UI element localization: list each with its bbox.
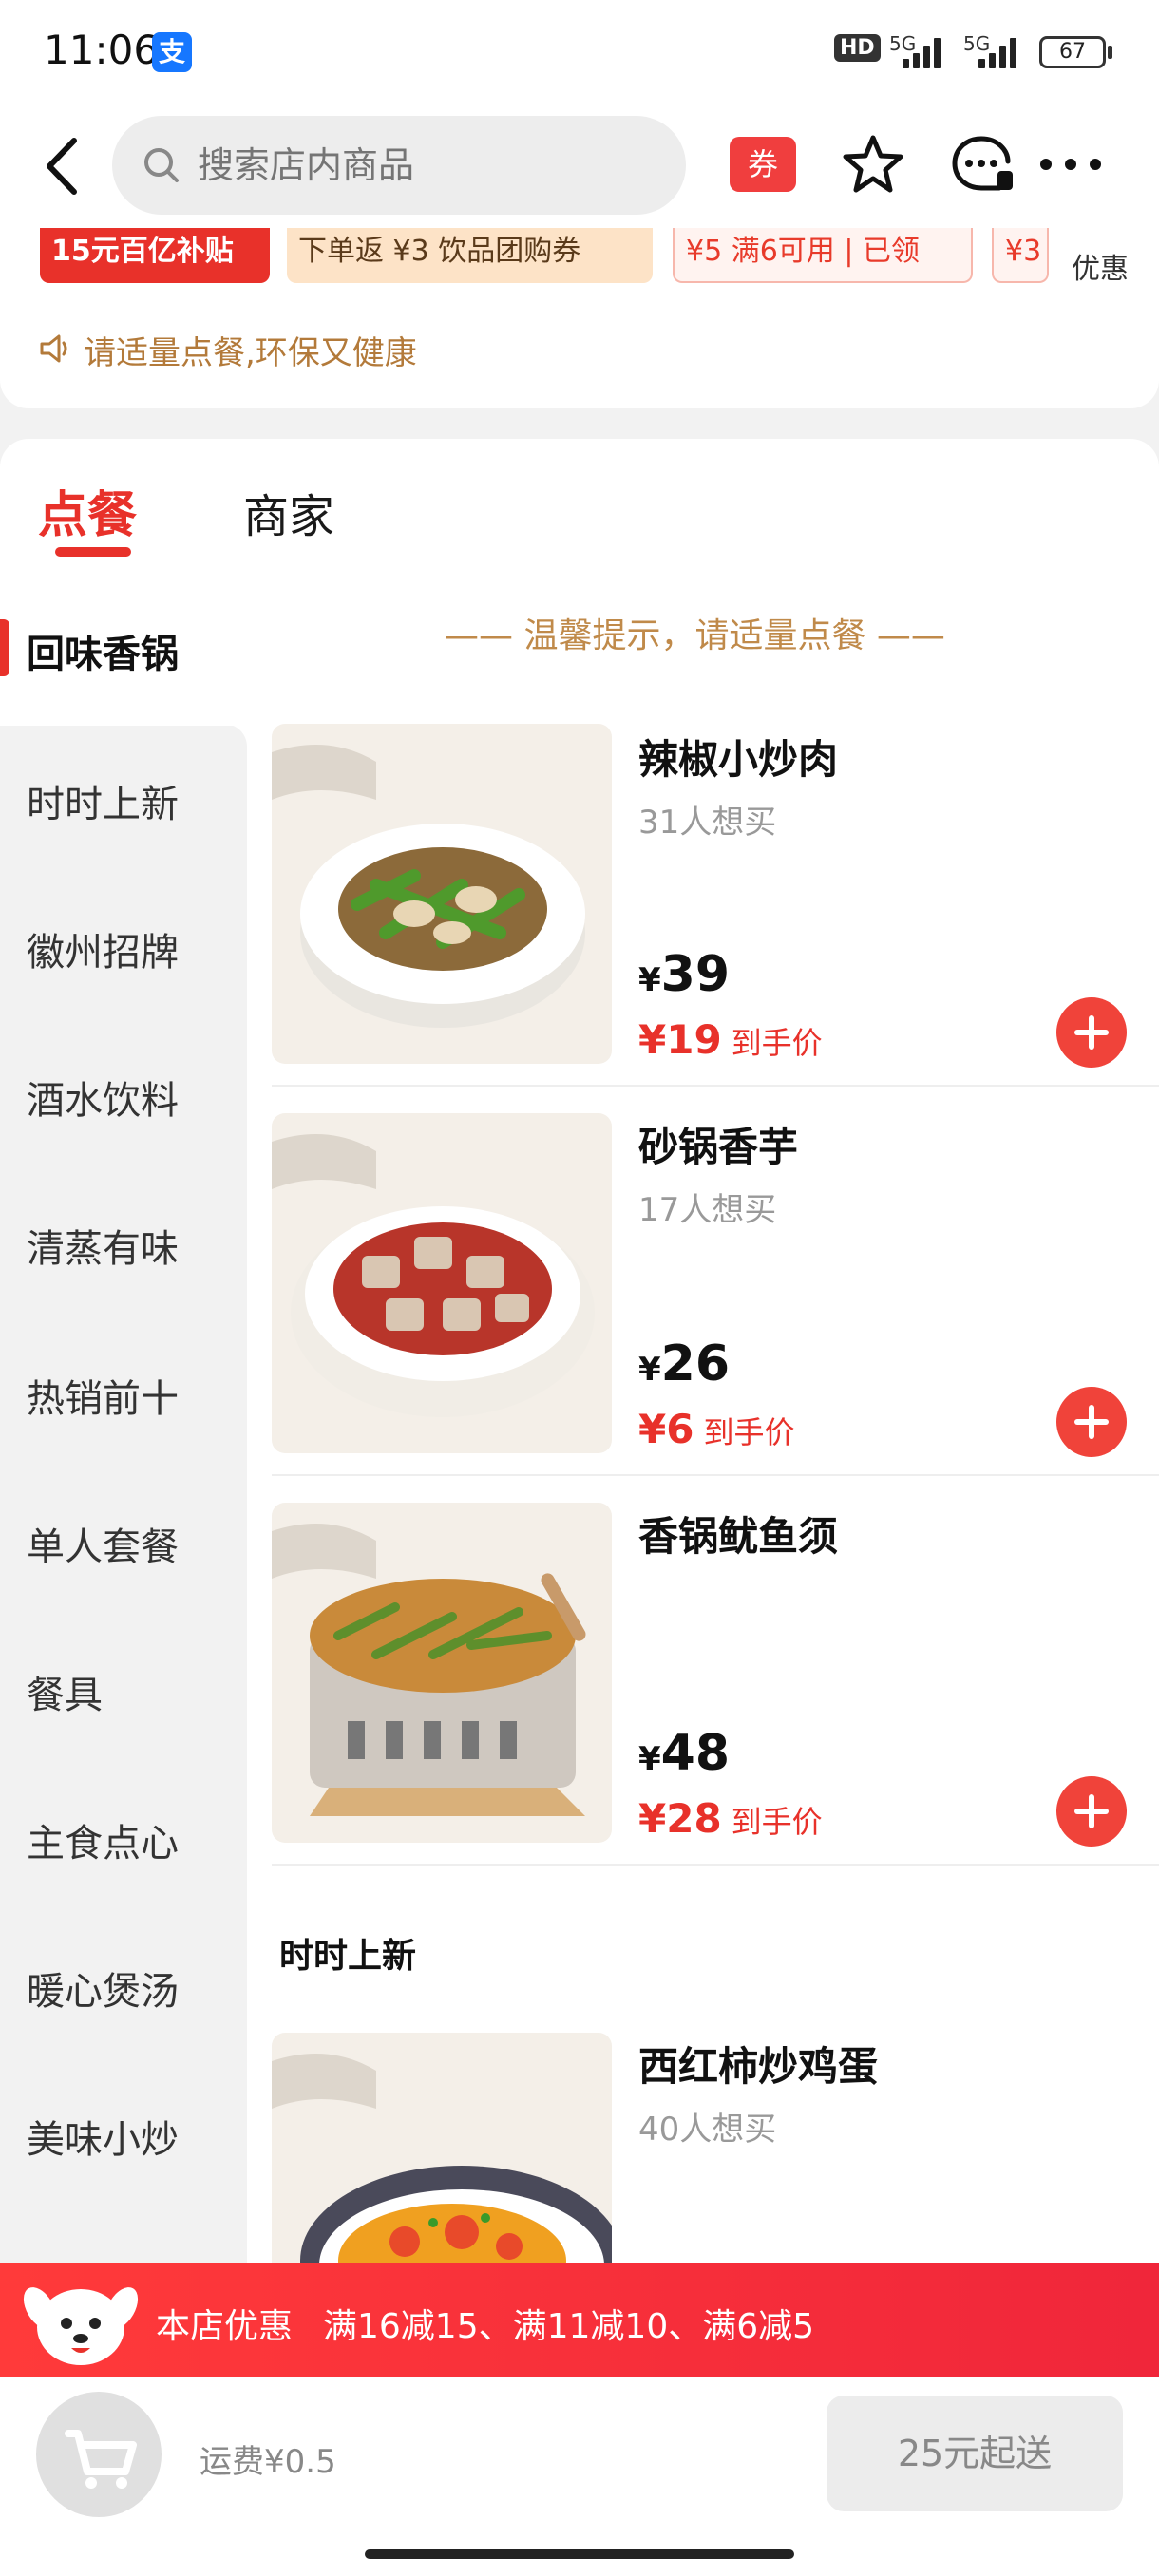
coupon-chip[interactable]: 下单返 ¥3 饮品团购券 — [287, 228, 653, 283]
tab-merchant[interactable]: 商家 — [243, 479, 334, 545]
cart-button[interactable] — [36, 2392, 162, 2517]
final-price-value: ¥19 — [638, 1016, 722, 1063]
price-value: 48 — [660, 1725, 731, 1782]
product-image[interactable] — [272, 2033, 612, 2263]
order-tip: —— 温馨提示，请适量点餐 —— — [445, 616, 945, 655]
coupon-chip[interactable]: 15元百亿补贴 — [40, 228, 270, 283]
signal-icon-2 — [978, 36, 1024, 68]
add-to-cart-button[interactable] — [1056, 1387, 1127, 1457]
product-wish-count: 40人想买 — [638, 2111, 777, 2149]
alipay-icon: 支 — [152, 32, 192, 72]
signal-icon — [902, 36, 948, 68]
final-price-label: 到手价 — [731, 1804, 823, 1840]
product-price: ¥39 — [638, 946, 730, 1003]
sidebar-item-huiwei-xiangguo[interactable]: 回味香锅 — [27, 623, 179, 678]
sidebar-item[interactable]: 清蒸有味 — [27, 1218, 179, 1273]
mascot-dog-icon — [19, 2261, 142, 2384]
cart-icon — [65, 2430, 137, 2489]
sidebar-active-indicator — [0, 619, 10, 676]
battery-tip — [1108, 46, 1112, 59]
sidebar-item[interactable]: 酒水饮料 — [27, 1070, 179, 1125]
search-icon — [142, 146, 180, 184]
status-time: 11:06 — [44, 27, 160, 73]
sidebar-item[interactable]: 暖心煲汤 — [27, 1960, 179, 2016]
divider — [272, 1085, 1159, 1087]
currency-symbol: ¥ — [638, 1740, 661, 1778]
speaker-icon — [38, 332, 72, 365]
product-name[interactable]: 砂锅香芋 — [638, 1115, 798, 1173]
final-price-value: ¥28 — [638, 1795, 722, 1842]
product-final-price: ¥19 到手价 — [638, 1016, 823, 1063]
customer-service-icon[interactable] — [950, 133, 1016, 196]
battery-icon: 67 — [1039, 36, 1106, 68]
currency-symbol: ¥ — [638, 961, 661, 999]
sidebar-item[interactable]: 美味小炒 — [27, 2109, 179, 2164]
more-icon[interactable] — [1037, 152, 1104, 177]
promo-bar-label: 本店优惠 — [156, 2307, 294, 2346]
coupon-button[interactable]: 券 — [730, 137, 796, 192]
delivery-fee: 运费¥0.5 — [200, 2443, 336, 2481]
sidebar-item[interactable]: 徽州招牌 — [27, 921, 179, 976]
notice-text: 请适量点餐,环保又健康 — [84, 334, 417, 372]
divider — [272, 1474, 1159, 1476]
promo-more-label: 优惠 — [1072, 253, 1129, 286]
add-to-cart-button[interactable] — [1056, 997, 1127, 1068]
back-button[interactable] — [36, 133, 89, 199]
price-value: 26 — [660, 1335, 731, 1392]
checkout-button[interactable]: 25元起送 — [826, 2396, 1123, 2511]
coupon-chip[interactable]: ¥5 满6可用 | 已领 — [673, 228, 973, 283]
home-indicator[interactable] — [365, 2549, 794, 2559]
search-input[interactable] — [198, 141, 654, 190]
price-value: 39 — [660, 946, 731, 1003]
sidebar-item[interactable]: 热销前十 — [27, 1368, 179, 1423]
product-image[interactable] — [272, 724, 612, 1064]
tab-order[interactable]: 点餐 — [38, 475, 137, 546]
sidebar-item[interactable]: 餐具 — [27, 1664, 103, 1719]
product-final-price: ¥28 到手价 — [638, 1795, 823, 1842]
product-image[interactable] — [272, 1503, 612, 1843]
product-price: ¥26 — [638, 1335, 730, 1392]
coupon-chip[interactable]: ¥3 — [992, 228, 1049, 283]
final-price-value: ¥6 — [638, 1406, 694, 1452]
favorite-star-icon[interactable] — [842, 133, 904, 196]
product-price: ¥48 — [638, 1725, 730, 1782]
sidebar-item[interactable]: 单人套餐 — [27, 1516, 179, 1571]
hd-icon: HD — [834, 34, 881, 62]
promo-bar-detail: 满16减15、满11减10、满6减5 — [323, 2307, 815, 2346]
product-image[interactable] — [272, 1113, 612, 1453]
product-final-price: ¥6 到手价 — [638, 1406, 794, 1452]
final-price-label: 到手价 — [731, 1025, 823, 1061]
product-wish-count: 17人想买 — [638, 1191, 777, 1229]
product-name[interactable]: 辣椒小炒肉 — [638, 728, 838, 786]
section-title: 时时上新 — [279, 1937, 417, 1976]
chevron-left-icon — [47, 138, 77, 195]
product-name[interactable]: 香锅鱿鱼须 — [638, 1505, 838, 1563]
product-name[interactable]: 西红柿炒鸡蛋 — [638, 2035, 878, 2093]
currency-symbol: ¥ — [638, 1351, 661, 1389]
product-wish-count: 31人想买 — [638, 804, 777, 842]
sidebar-item[interactable]: 主食点心 — [27, 1812, 179, 1867]
sidebar-item[interactable]: 时时上新 — [27, 773, 179, 828]
add-to-cart-button[interactable] — [1056, 1776, 1127, 1847]
tab-active-indicator — [55, 547, 131, 557]
divider — [272, 1864, 1159, 1866]
final-price-label: 到手价 — [703, 1414, 795, 1450]
